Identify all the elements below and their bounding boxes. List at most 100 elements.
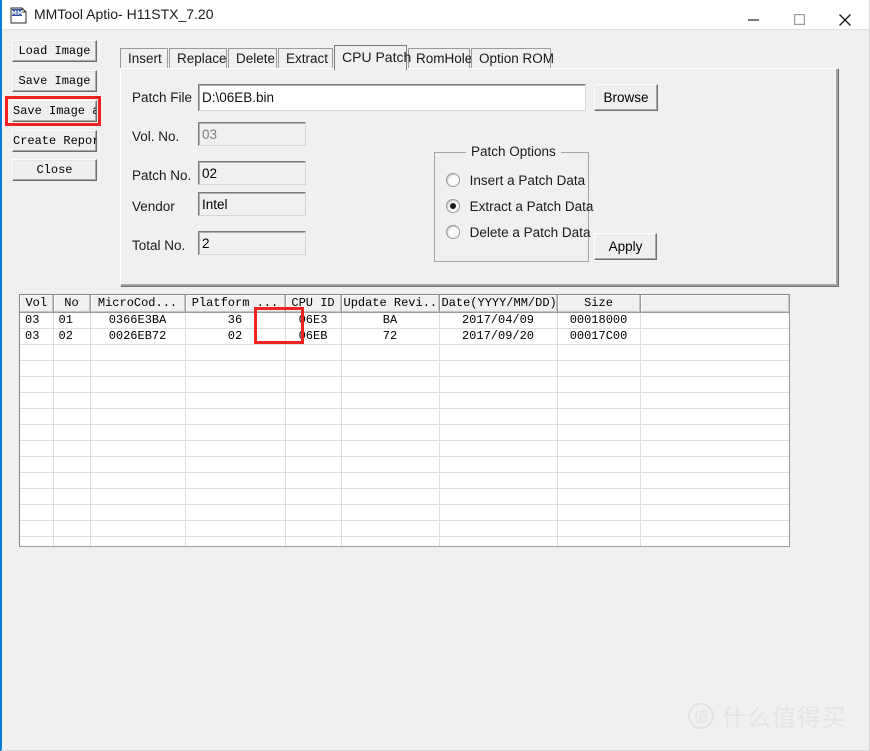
tab-cpu-patch[interactable]: CPU Patch — [334, 45, 411, 70]
table-row[interactable]: 03 01 0366E3BA 36 06E3 BA 2017/04/09 00018000 — [20, 312, 789, 329]
table-cell-empty — [557, 504, 641, 521]
table-cell-empty — [185, 344, 286, 361]
table-cell-empty — [557, 536, 641, 546]
tab-extract[interactable]: Extract — [278, 48, 333, 69]
table-cell-empty — [53, 440, 91, 457]
table-cell-empty — [341, 504, 440, 521]
table-cell-empty — [185, 392, 286, 409]
table-cell-empty — [185, 472, 286, 489]
table-cell-empty — [53, 376, 91, 393]
table-cell-empty — [185, 424, 286, 441]
radio-delete-a-patch-data[interactable]: Delete a Patch Data — [446, 225, 590, 243]
table-cell-empty — [20, 520, 54, 537]
maximize-icon[interactable] — [776, 0, 822, 29]
table-row-empty[interactable] — [20, 408, 789, 425]
table-row[interactable]: 03 02 0026EB72 02 06EB 72 2017/09/20 00017C00 — [20, 328, 789, 345]
table-cell-empty — [20, 392, 54, 409]
table-row-empty[interactable] — [20, 520, 789, 537]
table-cell-empty — [185, 360, 286, 377]
tab-strip: Insert Replace Delete Extract CPU Patch … — [120, 45, 840, 70]
table-row-empty[interactable] — [20, 376, 789, 393]
close-icon[interactable] — [822, 0, 868, 29]
apply-button[interactable]: Apply — [594, 233, 657, 260]
table-row-empty[interactable] — [20, 488, 789, 505]
watermark: 值 什么值得买 — [688, 698, 847, 733]
column-header-cpu-id[interactable]: CPU ID — [285, 295, 342, 313]
table-cell-empty — [439, 424, 558, 441]
browse-button[interactable]: Browse — [594, 84, 658, 111]
table-cell-empty — [90, 360, 186, 377]
column-header-no[interactable]: No — [53, 295, 91, 313]
table-row-empty[interactable] — [20, 472, 789, 489]
column-header-date[interactable]: Date(YYYY/MM/DD) — [439, 295, 558, 313]
table-cell-empty — [90, 376, 186, 393]
table-cell: 01 — [53, 312, 91, 329]
table-cell-empty — [53, 392, 91, 409]
table-cell-empty — [439, 408, 558, 425]
tab-option-rom[interactable]: Option ROM — [471, 48, 554, 69]
table-cell-empty — [53, 456, 91, 473]
table-cell-empty — [439, 376, 558, 393]
close-button[interactable]: Close — [12, 159, 97, 181]
column-header-microcode[interactable]: MicroCod... — [90, 295, 186, 313]
table-cell-empty — [439, 536, 558, 546]
column-header-vol[interactable]: Vol — [20, 295, 54, 313]
radio-insert-a-patch-data[interactable]: Insert a Patch Data — [446, 173, 585, 191]
tab-romhole[interactable]: RomHole — [408, 48, 472, 69]
table-cell-empty — [20, 440, 54, 457]
table-cell-empty — [341, 424, 440, 441]
microcode-table-element: Vol No MicroCod... Platform ... CPU ID U… — [20, 295, 789, 546]
table-cell: 00018000 — [557, 312, 641, 329]
table-cell-empty — [341, 344, 440, 361]
load-image-button[interactable]: Load Image — [12, 40, 97, 62]
column-header-update-rev[interactable]: Update Revi... — [341, 295, 440, 313]
vendor-input[interactable] — [198, 192, 306, 216]
tab-delete[interactable]: Delete — [228, 48, 277, 69]
table-cell-empty — [90, 536, 186, 546]
svg-text:MM: MM — [11, 10, 23, 17]
patch-file-input[interactable] — [198, 84, 586, 111]
table-cell-empty — [20, 536, 54, 546]
table-cell-empty — [53, 504, 91, 521]
save-image-button[interactable]: Save Image — [12, 70, 97, 92]
radio-delete-label: Delete a Patch Data — [469, 225, 591, 240]
table-cell-empty — [557, 440, 641, 457]
table-cell-empty — [557, 488, 641, 505]
microcode-table[interactable]: Vol No MicroCod... Platform ... CPU ID U… — [19, 294, 790, 547]
save-image-as-button[interactable]: Save Image as. — [12, 100, 97, 122]
watermark-text: 什么值得买 — [722, 704, 847, 732]
table-header-row: Vol No MicroCod... Platform ... CPU ID U… — [20, 295, 789, 313]
radio-icon — [446, 199, 460, 213]
table-cell-empty — [20, 360, 54, 377]
table-row-empty[interactable] — [20, 456, 789, 473]
table-row-empty[interactable] — [20, 344, 789, 361]
total-no-input[interactable] — [198, 231, 306, 255]
create-report-button[interactable]: Create Report — [12, 130, 97, 152]
radio-extract-a-patch-data[interactable]: Extract a Patch Data — [446, 199, 593, 217]
application-window: MM MMTool Aptio- H11STX_7.20 Load Image … — [0, 0, 870, 751]
patch-no-input[interactable] — [198, 161, 306, 185]
table-row-empty[interactable] — [20, 392, 789, 409]
tab-replace[interactable]: Replace — [169, 48, 227, 69]
table-cell — [640, 328, 789, 345]
table-row-empty[interactable] — [20, 536, 789, 546]
vol-no-input[interactable] — [198, 122, 306, 146]
table-cell-empty — [20, 488, 54, 505]
table-cell-empty — [53, 408, 91, 425]
table-cell-empty — [640, 392, 789, 409]
table-cell-empty — [20, 408, 54, 425]
table-cell-empty — [285, 472, 342, 489]
mm-document-icon: MM — [10, 7, 27, 24]
table-row-empty[interactable] — [20, 440, 789, 457]
table-cell-empty — [285, 504, 342, 521]
table-row-empty[interactable] — [20, 504, 789, 521]
minimize-icon[interactable] — [730, 0, 776, 29]
column-header-size[interactable]: Size — [557, 295, 641, 313]
table-row-empty[interactable] — [20, 424, 789, 441]
column-header-platform[interactable]: Platform ... — [185, 295, 286, 313]
table-cell-empty — [285, 536, 342, 546]
table-cell-empty — [285, 424, 342, 441]
table-cell-empty — [20, 376, 54, 393]
tab-insert[interactable]: Insert — [120, 48, 168, 69]
table-row-empty[interactable] — [20, 360, 789, 377]
